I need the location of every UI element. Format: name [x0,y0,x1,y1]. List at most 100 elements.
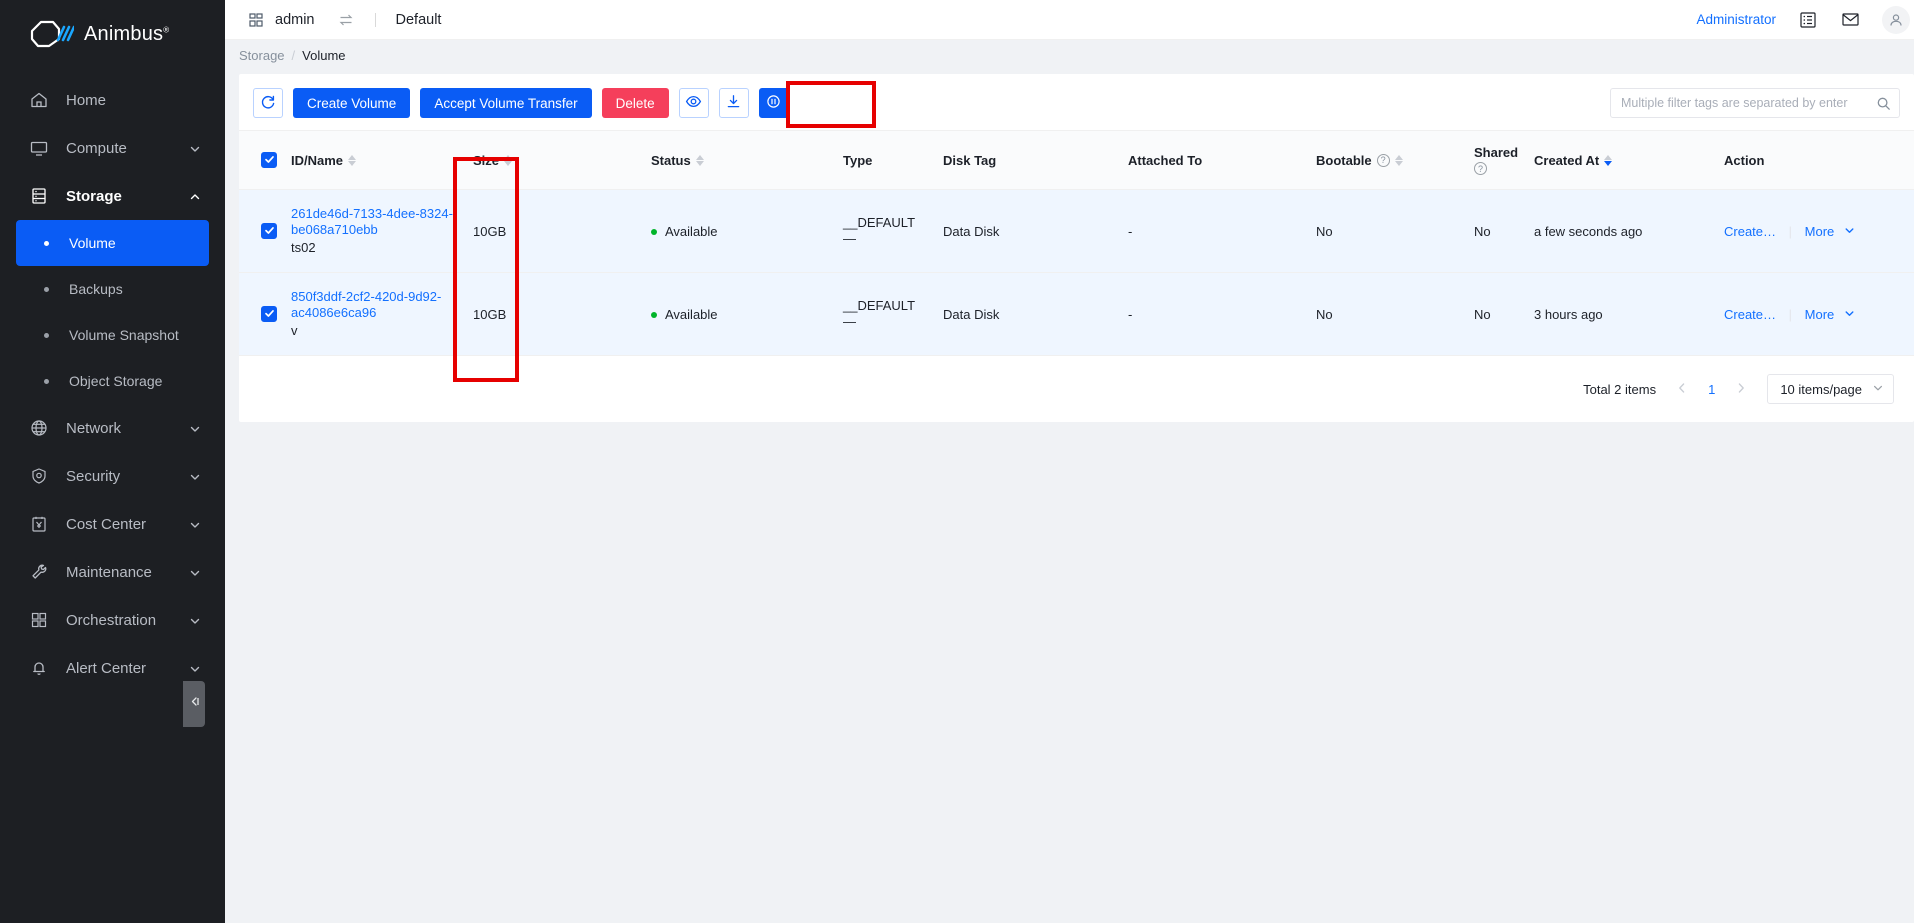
select-all-cell[interactable] [239,131,291,190]
page-number[interactable]: 1 [1708,382,1715,397]
sort-icon[interactable] [1395,155,1403,166]
sidebar-subitem-label: Object Storage [69,373,162,389]
table-row[interactable]: 261de46d-7133-4dee-8324-be068a710ebb ts0… [239,190,1914,273]
grid-icon [28,609,50,631]
create-volume-button[interactable]: Create Volume [293,88,410,118]
sidebar-item-label: Alert Center [66,660,146,677]
delete-button[interactable]: Delete [602,88,669,118]
mail-icon[interactable] [1840,10,1860,30]
bullet-icon [44,379,49,384]
row-action-more[interactable]: More [1805,224,1835,239]
help-icon[interactable]: ? [1474,162,1487,175]
view-button[interactable] [679,88,709,118]
cell-bootable: No [1316,273,1474,356]
column-header-bootable[interactable]: Bootable ? [1316,131,1474,190]
pause-button[interactable] [759,88,789,118]
sidebar-item-orchestration[interactable]: Orchestration [0,596,225,644]
status-text: Available [665,307,718,322]
sort-icon[interactable] [696,155,704,166]
search-box[interactable] [1610,88,1900,118]
sidebar-item-volume-snapshot[interactable]: Volume Snapshot [16,312,209,358]
row-select-cell[interactable] [239,273,291,356]
sidebar-nav: Home Compute [0,76,225,692]
breadcrumb-separator: / [292,48,296,63]
accept-volume-transfer-button[interactable]: Accept Volume Transfer [420,88,591,118]
sidebar: Animbus® Home Compute [0,0,225,923]
sidebar-item-backups[interactable]: Backups [16,266,209,312]
column-label: Disk Tag [943,153,996,168]
region-name[interactable]: Default [396,12,442,28]
sidebar-item-label: Home [66,92,106,109]
volume-id-link[interactable]: 261de46d-7133-4dee-8324-be068a710ebb [291,206,473,238]
toolbar: Create Volume Accept Volume Transfer Del… [239,74,1914,130]
sidebar-collapse-toggle[interactable] [183,681,205,727]
column-header-id-name[interactable]: ID/Name [291,131,473,190]
row-action-more[interactable]: More [1805,307,1835,322]
cell-id-name: 850f3ddf-2cf2-420d-9d92-ac4086e6ca96 v [291,273,473,356]
chevron-down-icon[interactable] [1844,224,1855,239]
row-checkbox[interactable] [261,223,277,239]
column-header-created-at[interactable]: Created At [1534,131,1724,190]
sidebar-subitem-label: Volume Snapshot [69,327,179,343]
status-dot-icon [651,229,657,235]
column-header-type: Type [843,131,943,190]
sidebar-subitem-label: Volume [69,235,116,251]
cell-attached-to: - [1128,190,1316,273]
cell-type: __DEFAULT — [843,190,943,273]
table-row[interactable]: 850f3ddf-2cf2-420d-9d92-ac4086e6ca96 v 1… [239,273,1914,356]
project-name[interactable]: admin [275,12,315,28]
sort-icon[interactable] [348,155,356,166]
sidebar-item-maintenance[interactable]: Maintenance [0,548,225,596]
bullet-icon [44,287,49,292]
download-button[interactable] [719,88,749,118]
refresh-button[interactable] [253,88,283,118]
select-all-checkbox[interactable] [261,152,277,168]
row-checkbox[interactable] [261,306,277,322]
sidebar-item-volume[interactable]: Volume [16,220,209,266]
sidebar-item-label: Orchestration [66,612,156,629]
row-action-create[interactable]: Create… [1724,307,1776,322]
next-page-button[interactable] [1729,382,1753,397]
cell-size: 10GB [473,190,651,273]
brand-name: Animbus® [84,23,169,46]
sidebar-item-security[interactable]: Security [0,452,225,500]
administrator-link[interactable]: Administrator [1696,12,1776,27]
monitor-icon [28,137,50,159]
sidebar-subitem-label: Backups [69,281,123,297]
column-label: ID/Name [291,153,343,168]
wrench-icon [28,561,50,583]
volume-name: v [291,322,473,339]
column-header-disk-tag: Disk Tag [943,131,1128,190]
sidebar-item-cost-center[interactable]: Cost Center [0,500,225,548]
sort-icon[interactable] [504,155,512,166]
sidebar-item-label: Security [66,468,120,485]
swap-icon[interactable] [337,11,355,29]
volume-id-link[interactable]: 850f3ddf-2cf2-420d-9d92-ac4086e6ca96 [291,289,473,321]
column-header-shared: Shared ? [1474,131,1534,190]
help-icon[interactable]: ? [1377,154,1390,167]
status-dot-icon [651,312,657,318]
sidebar-item-home[interactable]: Home [0,76,225,124]
prev-page-button[interactable] [1670,382,1694,397]
cell-size: 10GB [473,273,651,356]
database-icon [28,185,50,207]
column-header-size[interactable]: Size [473,131,651,190]
page-size-value: 10 items/page [1780,382,1862,397]
row-action-create[interactable]: Create… [1724,224,1776,239]
sidebar-item-compute[interactable]: Compute [0,124,225,172]
page-size-select[interactable]: 10 items/page [1767,374,1894,404]
type-value: __DEFAULT [843,298,943,313]
column-header-status[interactable]: Status [651,131,843,190]
sidebar-item-storage[interactable]: Storage [0,172,225,220]
user-avatar-icon[interactable] [1882,6,1910,34]
cloud-logo-icon [28,19,74,49]
search-input[interactable] [1621,96,1876,110]
row-select-cell[interactable] [239,190,291,273]
sidebar-item-network[interactable]: Network [0,404,225,452]
chevron-down-icon[interactable] [1844,307,1855,322]
breadcrumb-parent[interactable]: Storage [239,48,285,63]
search-icon[interactable] [1876,96,1891,111]
sort-icon[interactable] [1604,155,1612,166]
task-list-icon[interactable] [1798,10,1818,30]
sidebar-item-object-storage[interactable]: Object Storage [16,358,209,404]
